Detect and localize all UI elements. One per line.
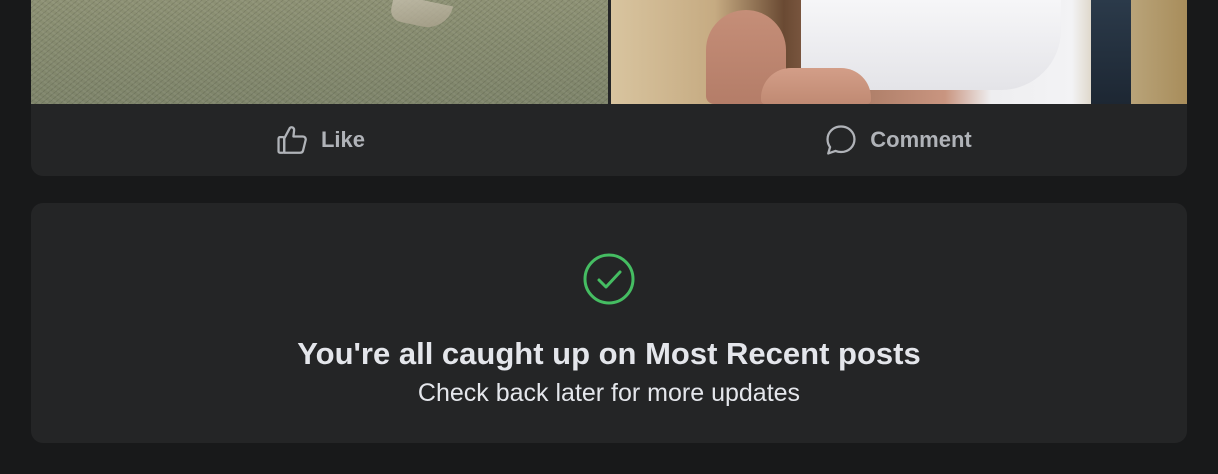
- photo-subject-bird: [388, 0, 454, 32]
- thumbs-up-icon: [275, 123, 309, 157]
- post-card: Like Comment: [31, 0, 1187, 176]
- post-photo-1[interactable]: [31, 0, 608, 104]
- like-label: Like: [320, 127, 366, 152]
- photo-subject-post: [1091, 0, 1131, 104]
- comment-label: Comment: [870, 127, 972, 152]
- post-photo-grid: [31, 0, 1187, 104]
- post-photo-2[interactable]: [611, 0, 1187, 104]
- caught-up-title: You're all caught up on Most Recent post…: [297, 336, 921, 371]
- photo-subject-hand: [761, 68, 871, 104]
- caught-up-card: You're all caught up on Most Recent post…: [31, 203, 1187, 443]
- news-feed: Like Comment You're all caught up on Mos…: [0, 0, 1218, 474]
- comment-button[interactable]: Comment: [609, 104, 1187, 176]
- like-button[interactable]: Like: [31, 104, 609, 176]
- post-action-bar: Like Comment: [31, 104, 1187, 176]
- comment-bubble-icon: [824, 123, 858, 157]
- caught-up-subtitle: Check back later for more updates: [417, 379, 801, 407]
- check-circle-icon: [583, 253, 635, 305]
